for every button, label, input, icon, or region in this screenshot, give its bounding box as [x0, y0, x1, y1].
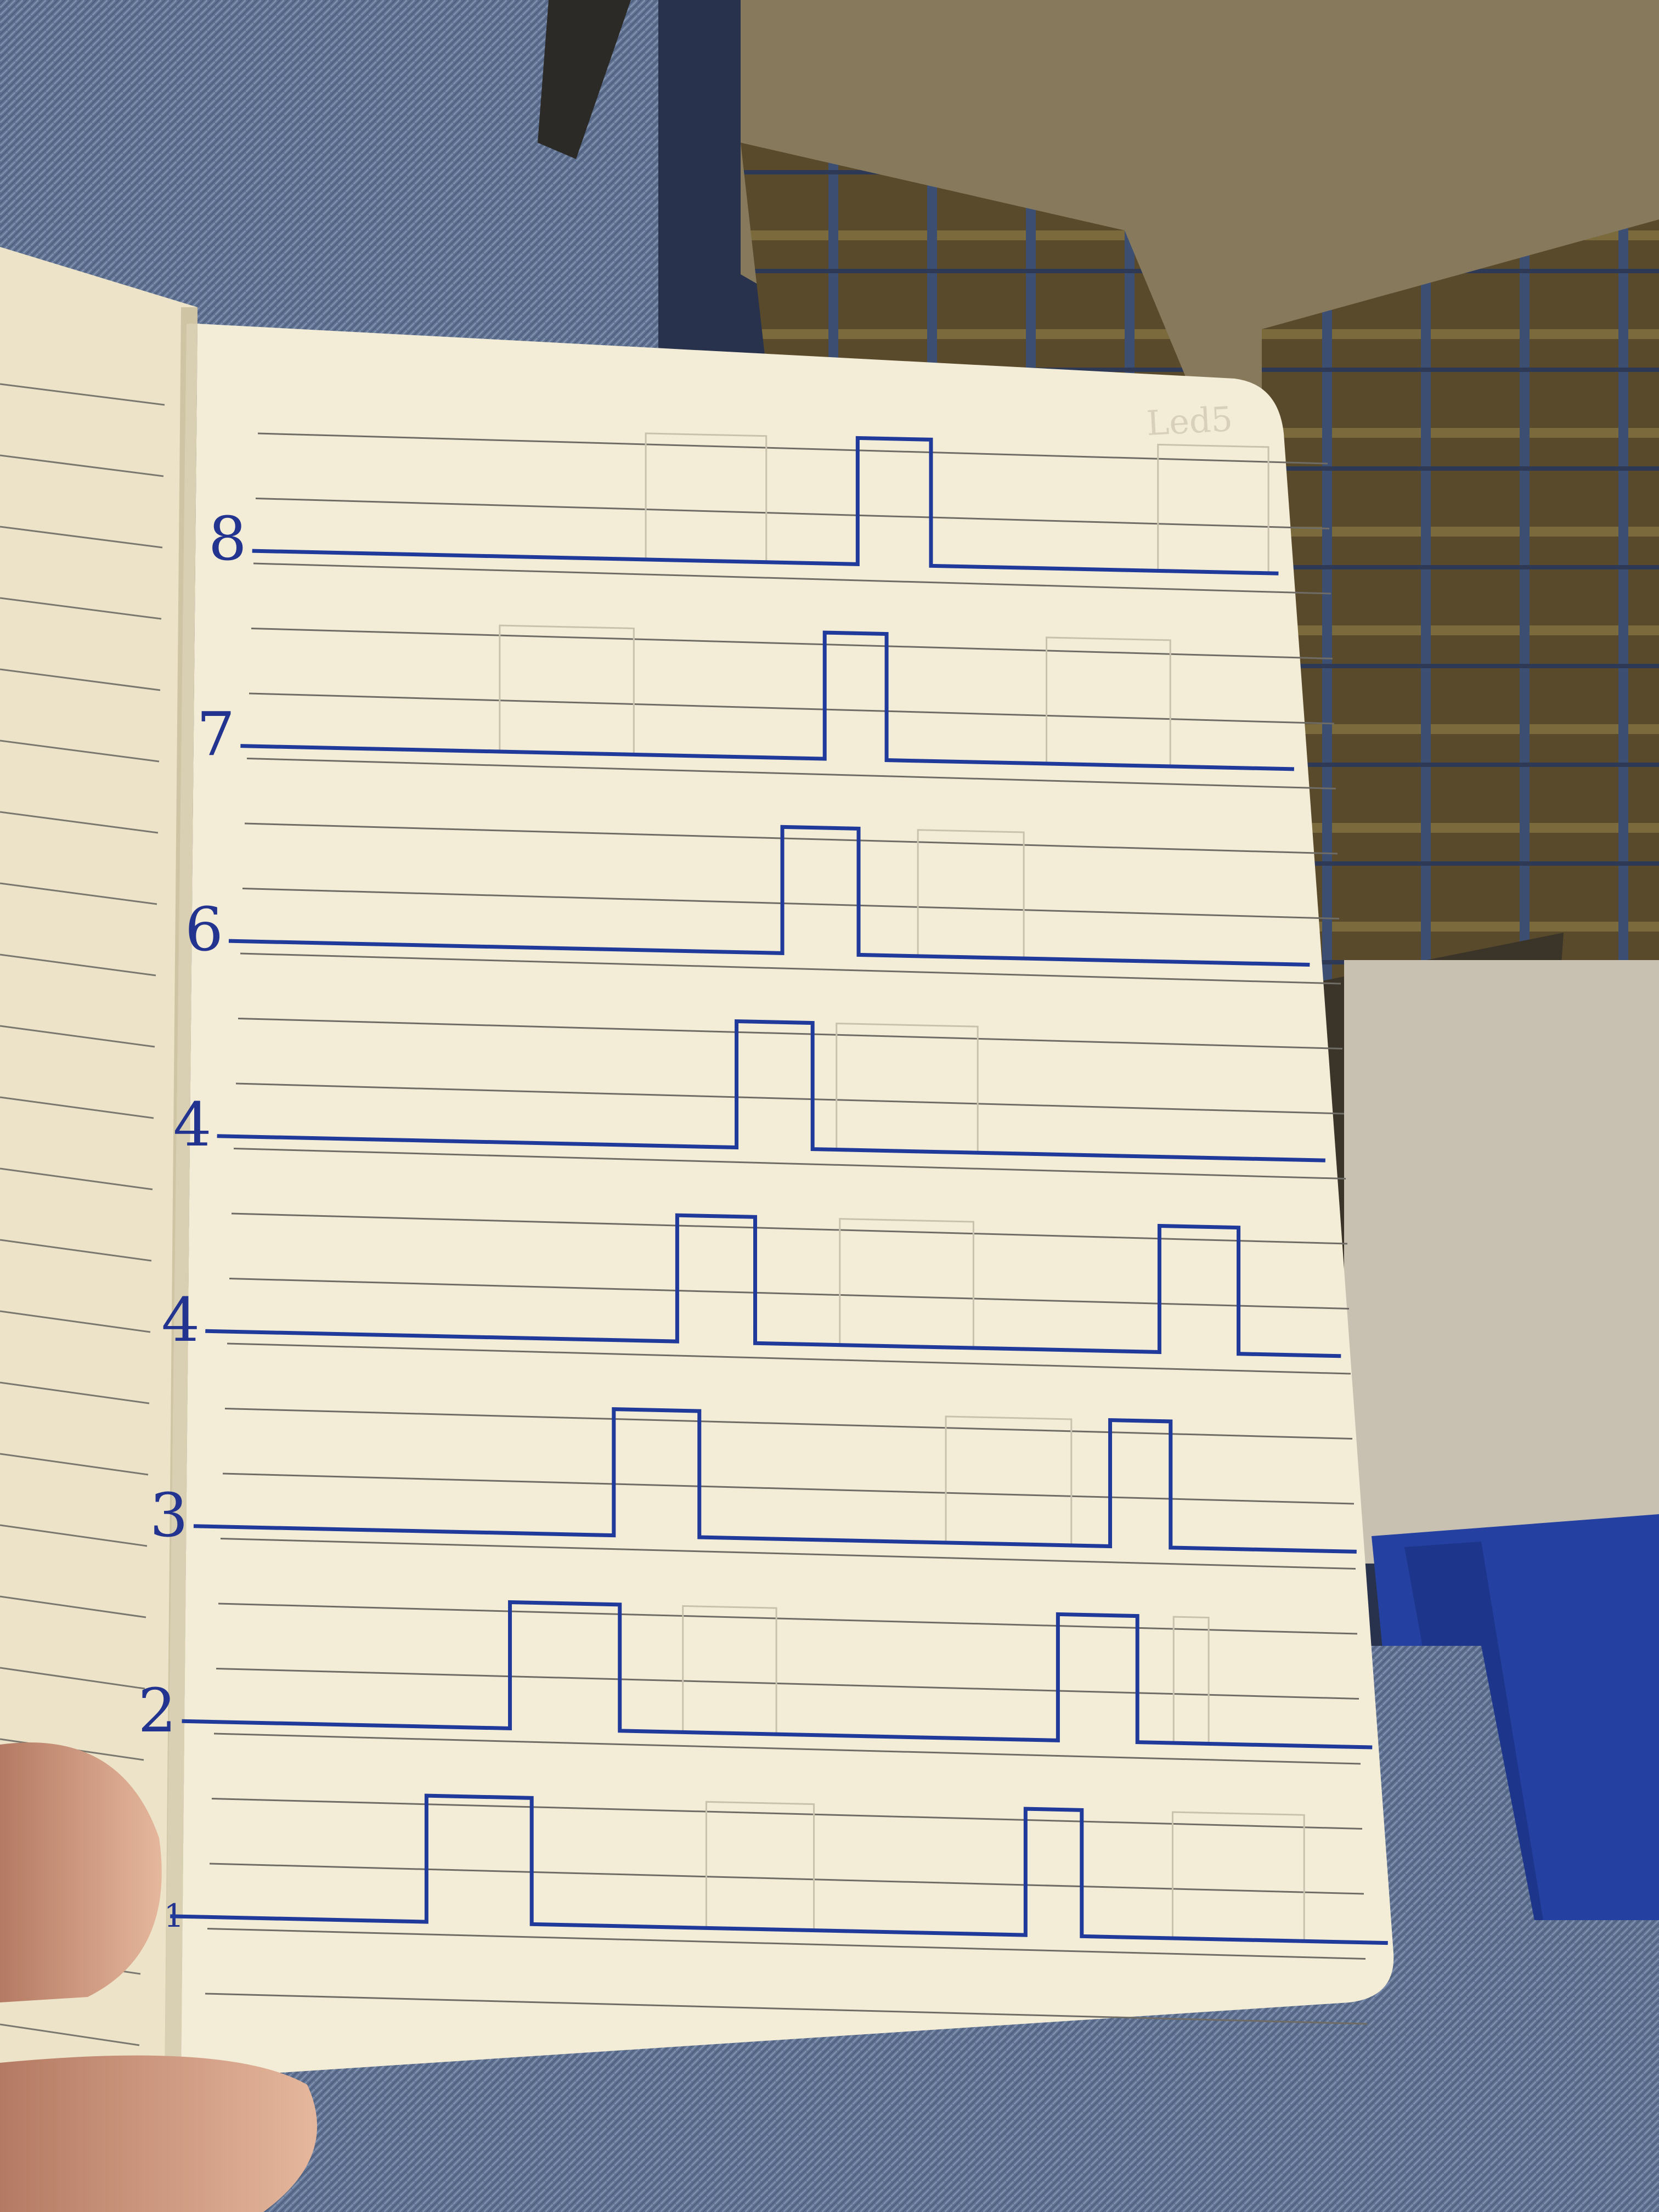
row-label: 4 — [161, 1285, 200, 1355]
row-label: 4 — [173, 1090, 212, 1160]
corner-mark: Led5 — [1146, 399, 1234, 443]
thumb-bottom — [0, 2055, 317, 2212]
row-label: 3 — [150, 1480, 188, 1550]
notebook-page: Led5 8764432Led 1 — [93, 324, 1394, 2079]
row-label: 6 — [185, 894, 223, 964]
photo-scene: Led5 8764432Led 1 — [0, 0, 1659, 2212]
floor — [1344, 960, 1659, 1564]
row-label: 2 — [138, 1675, 177, 1746]
row-label: 7 — [196, 699, 235, 769]
row-label: 8 — [208, 504, 247, 574]
